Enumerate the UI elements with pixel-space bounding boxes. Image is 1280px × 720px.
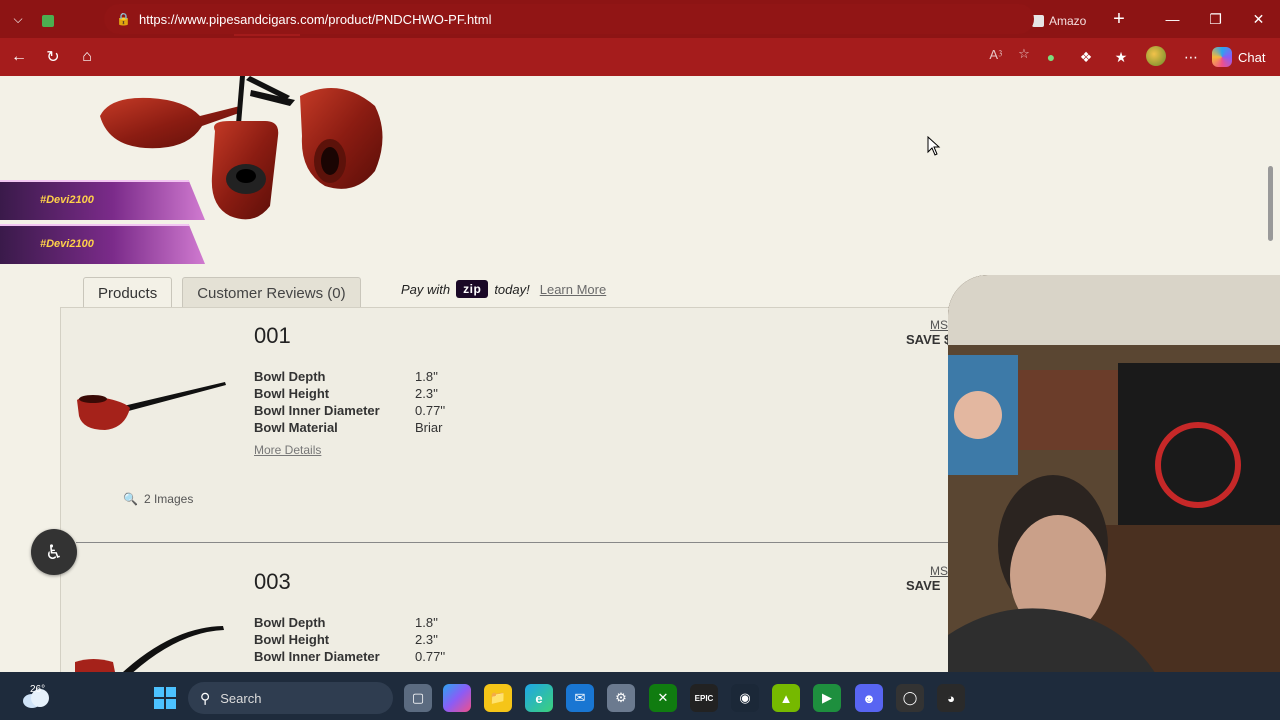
address-bar-icons: A⁳ ☆ [986,46,1034,63]
chat-label: Chat [1238,49,1266,65]
browser-tab[interactable]: Amazo [1026,6,1092,36]
green-app-icon[interactable]: ▶ [813,684,841,712]
learn-more-link[interactable]: Learn More [540,282,606,297]
product-image[interactable] [75,380,227,440]
spec-value: 1.8'' [415,615,439,630]
read-aloud-icon[interactable]: A⁳ [986,46,1006,63]
address-bar[interactable]: 🔒 https://www.pipesandcigars.com/product… [104,4,1034,34]
discord-icon[interactable]: ☻ [855,684,883,712]
accessibility-button[interactable]: ♿ [31,529,77,575]
images-count: 2 Images [143,492,194,506]
spec-value: 0.77'' [415,403,446,418]
pay-with-prefix: Pay with [401,281,451,297]
spec-value: 0.77'' [415,649,446,664]
product-name[interactable]: 003 [254,569,291,595]
stream-overlay-label: #Devi2100 [0,224,205,264]
nvidia-icon[interactable]: ▲ [772,684,800,712]
url-text[interactable]: https://www.pipesandcigars.com/product/P… [139,12,492,27]
new-tab-icon[interactable]: + [1104,4,1134,34]
edge-browser-icon[interactable]: e [525,684,553,712]
spec-label: Bowl Material [254,420,338,435]
task-view-icon[interactable]: ▢ [404,684,432,712]
lock-icon: 🔒 [116,12,131,26]
pay-with-suffix: today! [494,281,530,297]
xbox-icon[interactable]: ✕ [649,684,677,712]
epic-games-icon[interactable]: EPIC [690,684,718,712]
webcam-image [948,275,1280,720]
save-amount: SAVE [906,578,941,593]
zip-logo: zip [456,280,489,298]
stream-overlay-label: #Devi2100 [0,180,205,220]
weather-cloud-icon [23,689,49,708]
extensions-puzzle-icon[interactable]: ❖ [1075,49,1097,66]
minimize-icon[interactable]: — [1151,0,1194,38]
spec-value: Briar [415,420,443,435]
refresh-icon[interactable]: ↻ [36,40,70,74]
spec-label: Bowl Depth [254,369,326,384]
file-explorer-icon[interactable]: 📁 [484,684,512,712]
copilot-chat-button[interactable]: Chat [1212,44,1265,70]
weather-widget[interactable]: 26° [18,676,58,716]
spec-row: Bowl Height 2.3'' [254,631,445,648]
magnifier-icon: 🔍 [123,492,138,506]
tab-favicon-icon [42,15,54,27]
mouse-cursor-icon [927,136,941,156]
spec-value: 2.3'' [415,632,439,647]
tab-actions-menu-icon[interactable]: ⌵ [0,0,36,38]
spec-label: Bowl Inner Diameter [254,649,380,664]
profile-avatar[interactable] [1145,45,1167,69]
steam-icon[interactable]: ◉ [731,684,759,712]
copilot-icon [1212,47,1232,67]
msrp-price: MS [930,564,948,578]
mail-icon[interactable]: ✉ [566,684,594,712]
spec-row: Bowl Depth 1.8'' [254,614,445,631]
spec-value: 2.3'' [415,386,439,401]
close-window-icon[interactable]: ✕ [1237,0,1280,38]
tab-label: Amazo [1049,14,1087,28]
spec-row: Bowl Height 2.3'' [254,385,445,402]
back-icon[interactable]: ← [2,40,36,74]
spec-label: Bowl Height [254,632,330,647]
spec-row: Bowl Inner Diameter 0.77'' [254,648,445,665]
product-name[interactable]: 001 [254,323,291,349]
product-specs: Bowl Depth 1.8'' Bowl Height 2.3'' Bowl In… [254,614,445,665]
browser-tools: ● ❖ ★ ⋯ [1040,38,1202,76]
spec-label: Bowl Depth [254,615,326,630]
spec-row: Bowl Inner Diameter 0.77'' [254,402,445,419]
tab-customer-reviews[interactable]: Customer Reviews (0) [182,277,361,308]
product-image[interactable] [73,622,233,672]
obs-icon[interactable]: ◯ [896,684,924,712]
product-tabs: Products Customer Reviews (0) [83,277,361,308]
accessibility-icon: ♿ [45,541,63,564]
spec-row: Bowl Depth 1.8'' [254,368,445,385]
search-label: Search [220,690,262,706]
windows-start-icon[interactable] [154,687,176,709]
settings-gear-icon[interactable]: ⚙ [607,684,635,712]
spec-value: 1.8'' [415,369,439,384]
scrollbar-thumb[interactable] [1268,166,1273,241]
spec-label: Bowl Inner Diameter [254,403,380,418]
favorites-icon[interactable]: ★ [1110,49,1132,66]
maximize-icon[interactable]: ❐ [1194,0,1237,38]
weather-temperature: 26° [30,684,46,695]
home-icon[interactable]: ⌂ [70,40,104,74]
taskbar-search[interactable]: ⚲ Search [188,682,393,714]
tab-products[interactable]: Products [83,277,173,308]
pay-with-zip: Pay with zip today! Learn More [401,280,606,298]
extension-green-icon[interactable]: ● [1040,49,1062,65]
browser-tab[interactable] [36,6,102,36]
view-images-link[interactable]: 🔍 2 Images [123,492,193,506]
search-icon: ⚲ [200,689,211,706]
favorite-star-icon[interactable]: ☆ [1014,46,1034,63]
spec-row: Bowl Material Briar [254,419,445,436]
copilot-taskbar-icon[interactable] [443,684,471,712]
speedometer-icon[interactable]: ◕ [937,684,965,712]
window-controls: — ❐ ✕ [1151,0,1280,38]
webcam-overlay [948,275,1280,720]
more-details-link[interactable]: More Details [254,443,321,457]
more-menu-icon[interactable]: ⋯ [1180,49,1202,66]
product-specs: Bowl Depth 1.8'' Bowl Height 2.3'' Bowl In… [254,368,445,436]
spec-label: Bowl Height [254,386,330,401]
